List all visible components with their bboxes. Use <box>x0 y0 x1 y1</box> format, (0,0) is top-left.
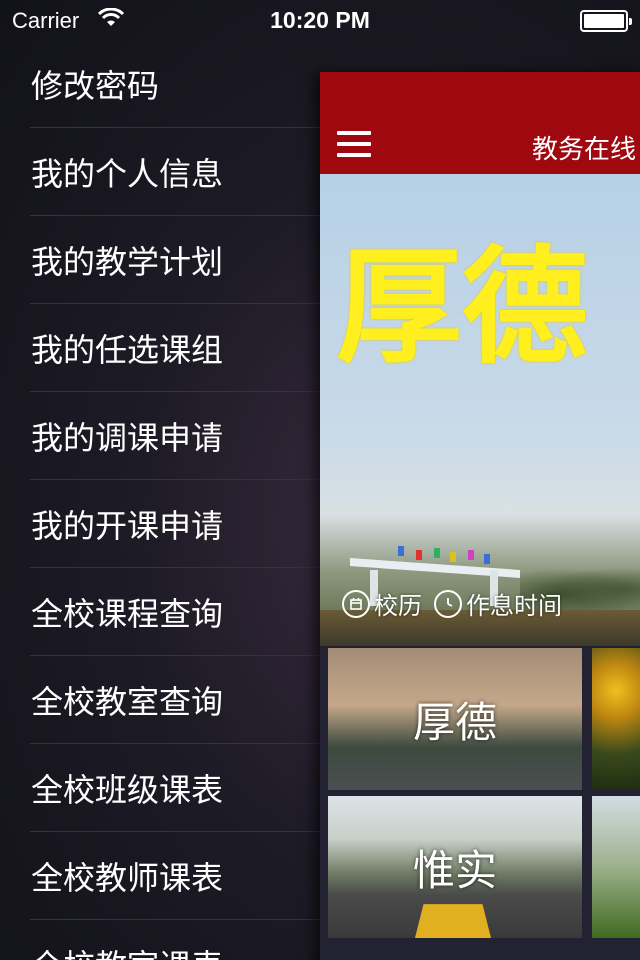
banner-text: 厚德 <box>336 234 588 381</box>
quick-links: 校历 作息时间 <box>342 586 562 621</box>
tile-label: 惟实 <box>412 845 497 895</box>
menu-item-personal-info[interactable]: 我的个人信息 <box>30 128 320 216</box>
status-bar: Carrier 10:20 PM <box>0 0 640 40</box>
menu-item-label: 修改密码 <box>31 66 160 105</box>
menu-item-label: 全校教师课表 <box>31 858 224 897</box>
menu-item-label: 我的教学计划 <box>31 242 224 281</box>
campus-banner[interactable]: 厚德 校历 作息时间 <box>320 174 640 646</box>
calendar-icon <box>342 589 370 618</box>
menu-item-classroom-query[interactable]: 全校教室查询 <box>30 656 320 744</box>
menu-item-classroom-schedule[interactable]: 全校教室课表 <box>30 920 320 960</box>
feature-tiles: 厚德 惟实 <box>328 648 640 948</box>
menu-item-label: 我的任选课组 <box>31 330 224 369</box>
side-menu: 修改密码 我的个人信息 我的教学计划 我的任选课组 我的调课申请 我的开课申请 … <box>30 40 320 960</box>
calendar-label: 校历 <box>374 592 422 620</box>
tile-label: 厚德 <box>412 697 497 747</box>
menu-item-label: 我的个人信息 <box>31 154 224 193</box>
menu-item-course-adjust-request[interactable]: 我的调课申请 <box>30 392 320 480</box>
clock-icon <box>434 589 462 618</box>
menu-item-label: 全校教室查询 <box>31 682 224 721</box>
menu-item-elective-groups[interactable]: 我的任选课组 <box>30 304 320 392</box>
menu-item-label: 我的调课申请 <box>31 418 224 457</box>
main-panel: 教务在线 厚德 校历 作息时间 厚德 惟实 <box>320 72 640 960</box>
menu-item-label: 全校课程查询 <box>31 594 224 633</box>
menu-item-change-password[interactable]: 修改密码 <box>30 40 320 128</box>
hamburger-menu-icon[interactable] <box>337 131 371 157</box>
tile-lawn[interactable] <box>592 796 640 938</box>
menu-item-label: 全校班级课表 <box>31 770 224 809</box>
menu-item-teaching-plan[interactable]: 我的教学计划 <box>30 216 320 304</box>
menu-item-label: 全校教室课表 <box>30 941 223 960</box>
menu-item-course-query[interactable]: 全校课程查询 <box>30 568 320 656</box>
menu-item-teacher-schedule[interactable]: 全校教师课表 <box>30 832 320 920</box>
calendar-link[interactable]: 校历 <box>342 586 422 621</box>
tile-weishi[interactable]: 惟实 <box>328 796 582 938</box>
nav-title: 教务在线 <box>532 135 637 165</box>
status-time: 10:20 PM <box>270 7 370 33</box>
schedule-time-link[interactable]: 作息时间 <box>434 586 562 621</box>
nav-bar: 教务在线 <box>320 72 640 174</box>
menu-item-label: 我的开课申请 <box>31 506 224 545</box>
menu-item-class-schedule[interactable]: 全校班级课表 <box>30 744 320 832</box>
menu-item-course-open-request[interactable]: 我的开课申请 <box>30 480 320 568</box>
battery-icon <box>580 10 632 32</box>
tile-houde[interactable]: 厚德 <box>328 648 582 790</box>
tile-flowers[interactable] <box>592 648 640 790</box>
schedule-time-label: 作息时间 <box>466 592 562 620</box>
